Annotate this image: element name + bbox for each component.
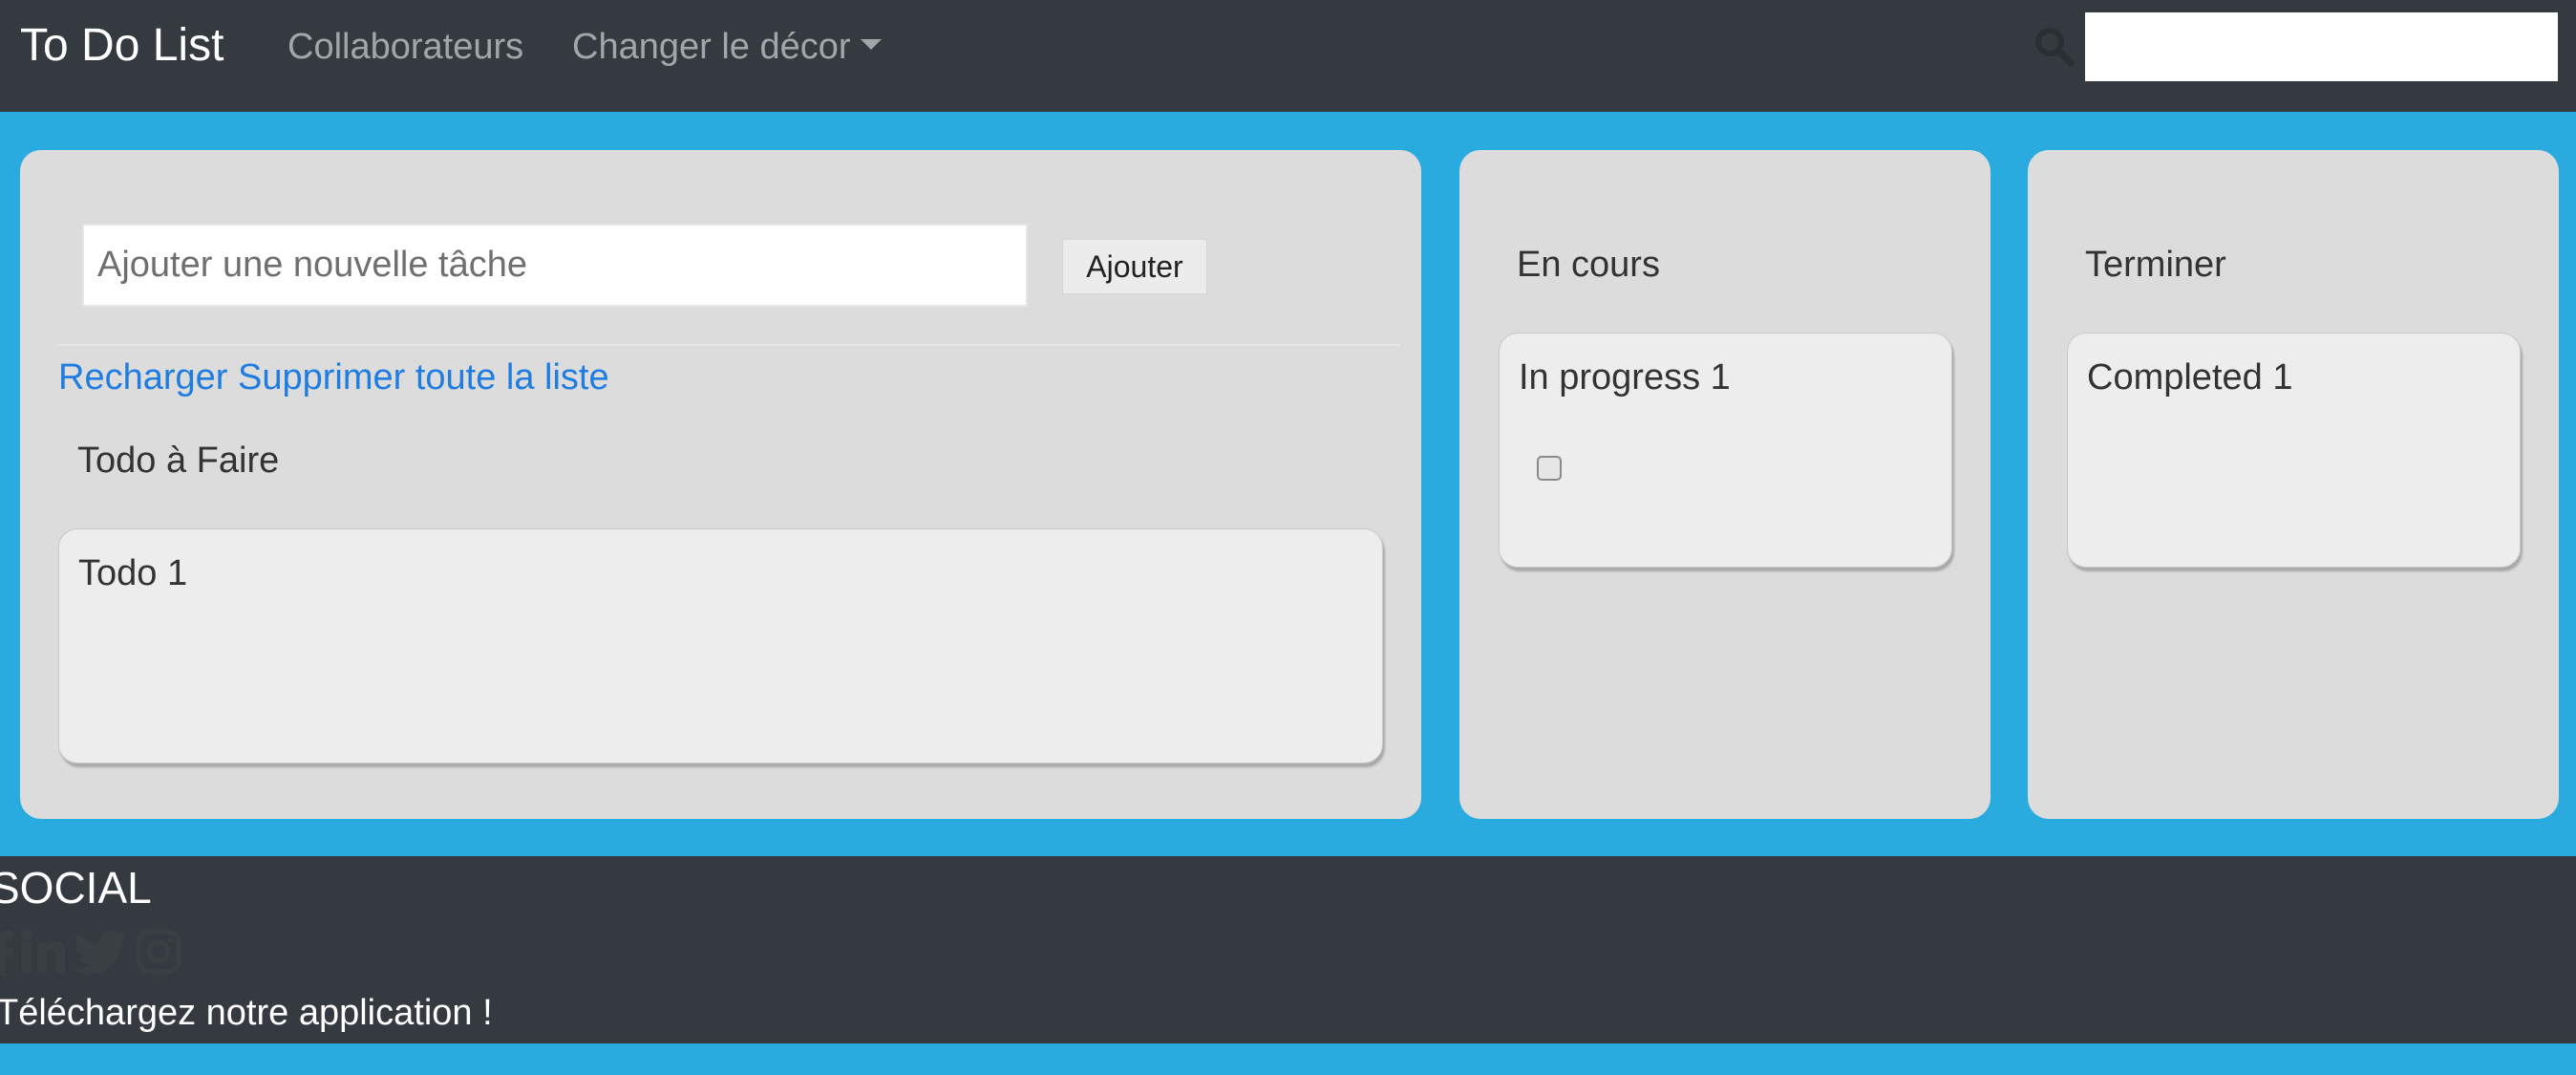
task-checkbox[interactable] bbox=[1537, 456, 1562, 481]
in-progress-column-title: En cours bbox=[1517, 245, 1660, 285]
done-card[interactable]: Completed 1 bbox=[2067, 333, 2521, 568]
todo-card[interactable]: Todo 1 bbox=[58, 528, 1383, 763]
search-input[interactable] bbox=[2085, 12, 2558, 81]
nav-changer-decor-dropdown[interactable]: Changer le décor bbox=[572, 24, 882, 70]
divider bbox=[58, 344, 1400, 346]
search-icon[interactable] bbox=[2033, 25, 2076, 69]
todo-card-title: Todo 1 bbox=[78, 553, 188, 593]
in-progress-card-title: In progress 1 bbox=[1519, 357, 1731, 398]
twitter-icon[interactable] bbox=[75, 929, 128, 977]
todo-column-title: Todo à Faire bbox=[77, 441, 280, 481]
caret-down-icon bbox=[860, 39, 882, 51]
delete-all-link[interactable]: Supprimer toute la liste bbox=[238, 357, 609, 398]
reload-link[interactable]: Recharger bbox=[58, 357, 227, 398]
done-panel: Terminer Completed 1 bbox=[2028, 150, 2559, 819]
new-task-input[interactable] bbox=[82, 224, 1028, 307]
todo-panel: Ajouter Recharger Supprimer toute la lis… bbox=[20, 150, 1421, 819]
linkedin-icon[interactable] bbox=[21, 929, 65, 977]
done-card-title: Completed 1 bbox=[2087, 357, 2293, 398]
in-progress-panel: En cours In progress 1 bbox=[1459, 150, 1991, 819]
in-progress-card[interactable]: In progress 1 bbox=[1499, 333, 1952, 568]
add-task-button[interactable]: Ajouter bbox=[1062, 239, 1207, 294]
download-app-text: Téléchargez notre application ! bbox=[0, 993, 493, 1033]
done-column-title: Terminer bbox=[2085, 245, 2226, 285]
footer: SOCIAL Téléchargez notre application ! bbox=[0, 856, 2576, 1043]
social-title: SOCIAL bbox=[0, 863, 152, 913]
nav-changer-decor-label: Changer le décor bbox=[572, 27, 851, 67]
instagram-icon[interactable] bbox=[136, 929, 181, 975]
list-actions: Recharger Supprimer toute la liste bbox=[58, 349, 609, 406]
brand-title[interactable]: To Do List bbox=[20, 17, 224, 75]
top-navbar: To Do List Collaborateurs Changer le déc… bbox=[0, 0, 2576, 112]
nav-collaborateurs[interactable]: Collaborateurs bbox=[287, 24, 523, 70]
facebook-icon[interactable] bbox=[0, 929, 13, 977]
